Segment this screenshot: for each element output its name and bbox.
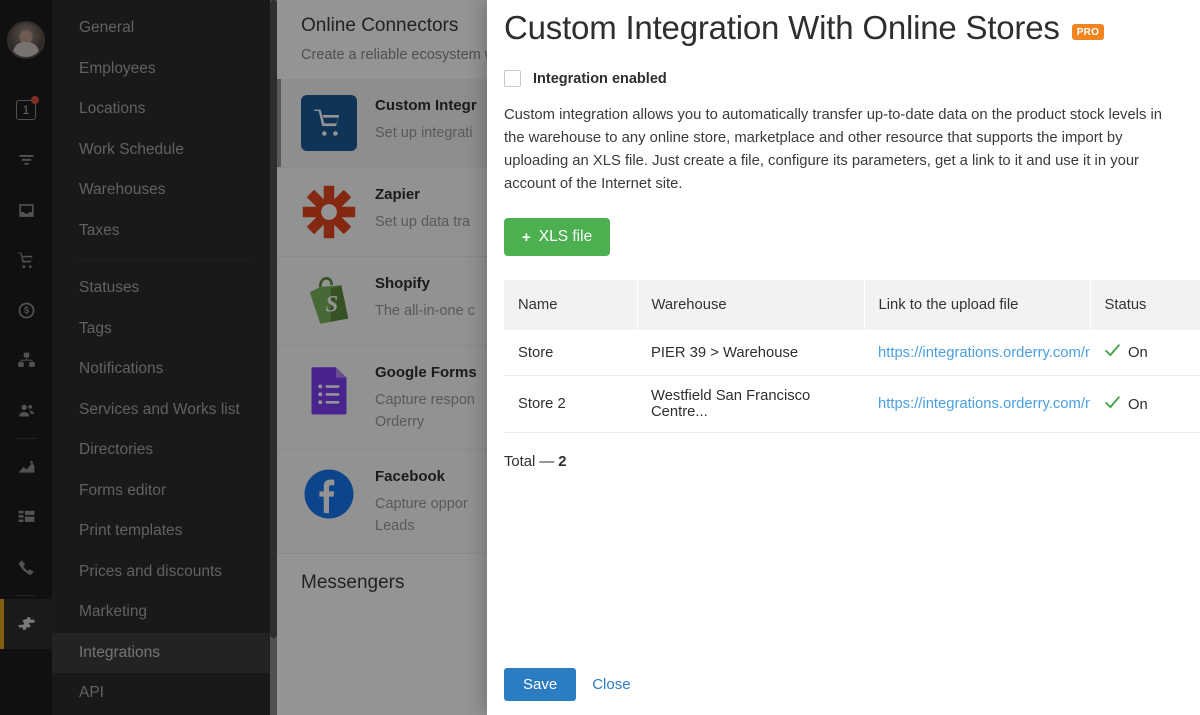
column-header-status[interactable]: Status <box>1090 280 1200 330</box>
table-row[interactable]: Store PIER 39 > Warehouse https://integr… <box>504 330 1200 376</box>
cell-name: Store <box>504 330 637 376</box>
total-label: Total — <box>504 454 555 470</box>
check-icon <box>1104 342 1121 363</box>
table-header-row: Name Warehouse Link to the upload file S… <box>504 280 1200 330</box>
cell-status: On <box>1090 375 1200 433</box>
custom-integration-modal: Custom Integration With Online Stores PR… <box>487 0 1200 715</box>
close-button[interactable]: Close <box>592 676 630 693</box>
modal-header: Custom Integration With Online Stores PR… <box>504 0 1200 47</box>
app-root: 1 General Employees Locations Work Sched… <box>0 0 1200 715</box>
cell-name: Store 2 <box>504 375 637 433</box>
save-button[interactable]: Save <box>504 668 577 701</box>
upload-file-link[interactable]: https://integrations.orderry.com/n <box>878 345 1090 361</box>
cell-warehouse: PIER 39 > Warehouse <box>637 330 864 376</box>
integration-enabled-row[interactable]: Integration enabled <box>504 70 1200 87</box>
integration-enabled-checkbox[interactable] <box>504 70 521 87</box>
status-text: On <box>1128 396 1148 413</box>
add-xls-file-button[interactable]: + XLS file <box>504 218 611 256</box>
cell-status: On <box>1090 330 1200 376</box>
cell-link: https://integrations.orderry.com/n <box>864 330 1090 376</box>
cell-warehouse: Westfield San Francisco Centre... <box>637 375 864 433</box>
files-table: Name Warehouse Link to the upload file S… <box>504 280 1200 433</box>
modal-actions: Save Close <box>504 668 631 701</box>
pro-badge: PRO <box>1071 23 1105 40</box>
plus-icon: + <box>522 228 531 246</box>
add-xls-file-label: XLS file <box>538 228 593 245</box>
column-header-link[interactable]: Link to the upload file <box>864 280 1091 330</box>
upload-file-link[interactable]: https://integrations.orderry.com/n <box>878 396 1090 412</box>
cell-link: https://integrations.orderry.com/n <box>864 375 1090 433</box>
status-text: On <box>1128 345 1148 361</box>
table-total: Total — 2 <box>504 454 1200 470</box>
total-value: 2 <box>558 454 567 470</box>
modal-description: Custom integration allows you to automat… <box>504 107 1162 192</box>
table-row[interactable]: Store 2 Westfield San Francisco Centre..… <box>504 375 1200 433</box>
modal-title: Custom Integration With Online Stores <box>504 9 1060 46</box>
column-header-warehouse[interactable]: Warehouse <box>637 280 865 330</box>
files-table-wrapper: Name Warehouse Link to the upload file S… <box>504 280 1200 470</box>
check-icon <box>1104 394 1121 415</box>
integration-enabled-label: Integration enabled <box>533 70 667 87</box>
column-header-name[interactable]: Name <box>504 280 638 330</box>
